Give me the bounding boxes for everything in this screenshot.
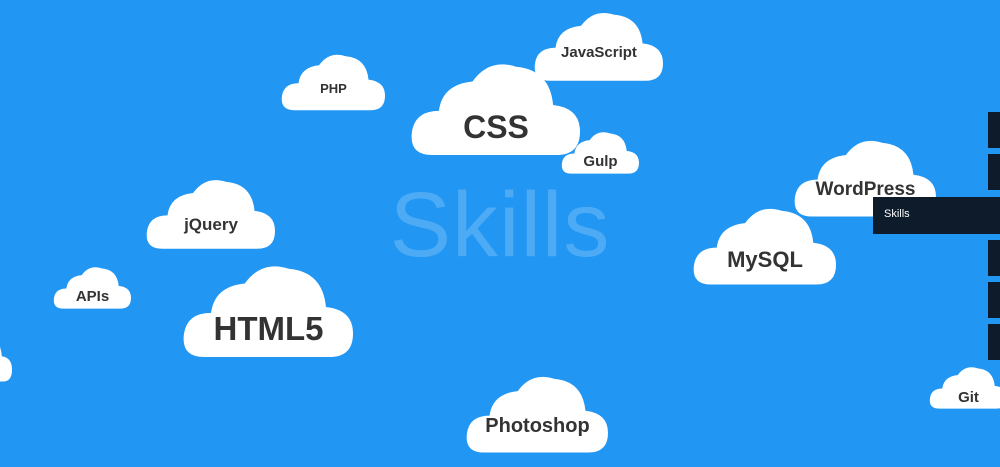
skill-label: PHP bbox=[320, 81, 347, 96]
side-nav-item[interactable] bbox=[988, 282, 1000, 318]
skill-cloud-css: CSS bbox=[411, 55, 580, 158]
skill-label: MySQL bbox=[727, 247, 803, 272]
skill-cloud-photoshop: Photoshop bbox=[466, 369, 608, 455]
side-nav-label: Skills bbox=[884, 208, 910, 220]
skill-label: Git bbox=[958, 389, 979, 406]
skills-section: Skills JavaScript PHP CSS Gulp WordPress… bbox=[0, 0, 1000, 467]
side-nav-item[interactable] bbox=[988, 240, 1000, 276]
skill-cloud-php: PHP bbox=[281, 49, 385, 112]
side-nav-item[interactable] bbox=[988, 154, 1000, 190]
skill-cloud-git: Git bbox=[929, 363, 1000, 410]
skill-cloud-apis: APIs bbox=[53, 263, 132, 310]
section-title: Skills bbox=[389, 174, 611, 276]
skill-label: CSS bbox=[463, 109, 529, 145]
partial-cloud bbox=[0, 331, 12, 383]
skill-label: APIs bbox=[75, 288, 110, 305]
skill-label: HTML5 bbox=[213, 310, 324, 347]
skill-label: Gulp bbox=[583, 153, 618, 170]
skill-cloud-mysql: MySQL bbox=[693, 201, 836, 287]
skill-label: jQuery bbox=[184, 215, 238, 234]
side-nav-item[interactable] bbox=[988, 324, 1000, 360]
skill-cloud-html5: HTML5 bbox=[183, 257, 353, 360]
skill-cloud-jquery: jQuery bbox=[146, 173, 275, 251]
skill-cloud-gulp: Gulp bbox=[561, 128, 639, 175]
side-nav-item[interactable] bbox=[988, 112, 1000, 148]
skill-label: Photoshop bbox=[485, 415, 590, 437]
side-nav-item-skills[interactable]: Skills bbox=[873, 197, 1000, 234]
